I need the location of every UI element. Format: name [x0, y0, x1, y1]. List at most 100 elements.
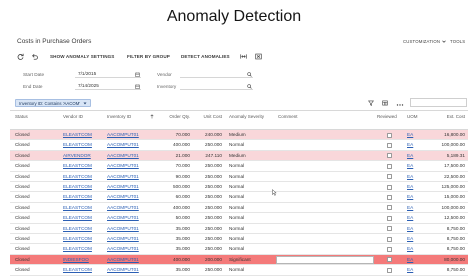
reviewed-checkbox[interactable]: [387, 257, 392, 263]
reviewed-checkbox[interactable]: [387, 132, 392, 138]
inventory-input[interactable]: [180, 83, 253, 89]
customization-menu[interactable]: CUSTOMIZATION: [403, 38, 446, 45]
comment-cell[interactable]: [276, 151, 374, 161]
inventory-id-link[interactable]: AACOMPUT01: [107, 213, 139, 223]
start-date-field[interactable]: 7/1/2015: [75, 71, 141, 78]
uom-link[interactable]: EA: [407, 255, 413, 265]
column-header-uom[interactable]: UOM: [407, 113, 418, 120]
uom-link[interactable]: EA: [407, 130, 413, 140]
uom-link[interactable]: EA: [407, 203, 413, 213]
refresh-icon[interactable]: [17, 53, 24, 60]
uom-link[interactable]: EA: [407, 244, 413, 254]
column-header-status[interactable]: Status: [15, 113, 28, 120]
reviewed-checkbox[interactable]: [387, 236, 392, 242]
inventory-id-link[interactable]: AACOMPUT01: [107, 203, 139, 213]
uom-link[interactable]: EA: [407, 213, 413, 223]
vendor-id-link[interactable]: ELEASTCOM: [63, 224, 92, 234]
inventory-id-link[interactable]: AACOMPUT01: [107, 234, 139, 244]
comment-cell[interactable]: [276, 224, 374, 234]
table-row[interactable]: Closed ELEASTCOM AACOMPUT01 35.000 250.000 No…: [10, 244, 468, 255]
inventory-id-link[interactable]: AACOMPUT01: [107, 255, 139, 265]
inventory-id-link[interactable]: AACOMPUT01: [107, 192, 139, 202]
comment-cell[interactable]: [276, 140, 374, 150]
table-row[interactable]: Closed ELEASTCOM AACOMPUT01 35.000 250.000 No…: [10, 265, 468, 276]
vendor-id-link[interactable]: ELEASTCOM: [63, 192, 92, 202]
reviewed-checkbox[interactable]: [387, 226, 392, 232]
vendor-id-link[interactable]: ELEASTCOM: [63, 265, 92, 275]
reviewed-checkbox[interactable]: [387, 153, 392, 159]
reviewed-checkbox[interactable]: [387, 205, 392, 211]
filter-by-group-button[interactable]: FILTER BY GROUP: [127, 53, 170, 60]
inventory-selector[interactable]: [180, 83, 253, 90]
table-row[interactable]: Closed ELEASTCOM AACOMPUT01 70.000 250.000 No…: [10, 161, 468, 172]
table-row[interactable]: Closed INDIESFOO AACOMPUT01 400.000 200.000 S…: [10, 254, 468, 266]
uom-link[interactable]: EA: [407, 224, 413, 234]
fit-columns-icon[interactable]: [240, 53, 247, 60]
chevron-down-icon[interactable]: [83, 102, 87, 105]
reviewed-checkbox[interactable]: [387, 163, 392, 169]
reviewed-checkbox[interactable]: [387, 184, 392, 190]
column-chooser-icon[interactable]: [382, 100, 388, 106]
comment-cell[interactable]: [276, 213, 374, 223]
uom-link[interactable]: EA: [407, 182, 413, 192]
calendar-icon[interactable]: [135, 84, 140, 89]
column-header-vendor-id[interactable]: Vendor ID: [63, 113, 83, 120]
more-options-icon[interactable]: [396, 103, 404, 107]
uom-link[interactable]: EA: [407, 140, 413, 150]
comment-cell[interactable]: [276, 182, 374, 192]
table-row[interactable]: Closed ELEASTCOM AACOMPUT01 50.000 250.000 No…: [10, 213, 468, 224]
inventory-id-link[interactable]: AACOMPUT01: [107, 224, 139, 234]
uom-link[interactable]: EA: [407, 265, 413, 275]
comment-cell[interactable]: [276, 172, 374, 182]
table-row[interactable]: Closed ELEASTCOM AACOMPUT01 400.000 250.000 N…: [10, 140, 468, 151]
vendor-id-link[interactable]: ELEASTCOM: [63, 172, 92, 182]
inventory-filter-chip[interactable]: Inventory ID: Contains 'AACOM': [15, 99, 91, 107]
comment-cell[interactable]: [276, 244, 374, 254]
reviewed-checkbox[interactable]: [387, 195, 392, 201]
uom-link[interactable]: EA: [407, 151, 413, 161]
export-excel-icon[interactable]: [255, 53, 262, 60]
vendor-id-link[interactable]: ELEASTCOM: [63, 244, 92, 254]
table-row[interactable]: Closed ELEASTCOM AACOMPUT01 60.000 250.000 No…: [10, 192, 468, 203]
vendor-id-link[interactable]: ELEASTCOM: [63, 213, 92, 223]
vendor-selector[interactable]: [180, 71, 253, 78]
detect-anomalies-button[interactable]: DETECT ANOMALIES: [181, 53, 230, 60]
vendor-id-link[interactable]: AIRVENDOR: [63, 151, 91, 161]
sort-ascending-icon[interactable]: [150, 114, 154, 119]
inventory-id-link[interactable]: AACOMPUT01: [107, 172, 139, 182]
column-header-reviewed[interactable]: Reviewed: [377, 113, 397, 120]
table-row[interactable]: Closed ELEASTCOM AACOMPUT01 90.000 250.000 No…: [10, 172, 468, 182]
search-icon[interactable]: [247, 71, 252, 77]
vendor-id-link[interactable]: ELEASTCOM: [63, 203, 92, 213]
filter-icon[interactable]: [367, 100, 375, 106]
comment-cell[interactable]: [276, 130, 374, 140]
column-header-anomaly-severity[interactable]: Anomaly Severity: [229, 113, 264, 120]
calendar-icon[interactable]: [135, 72, 140, 77]
comment-cell[interactable]: [276, 161, 374, 171]
comment-cell[interactable]: [276, 192, 374, 202]
vendor-id-link[interactable]: ELEASTCOM: [63, 140, 92, 150]
table-row[interactable]: Closed ELEASTCOM AACOMPUT01 35.000 250.000 No…: [10, 224, 468, 234]
vendor-id-link[interactable]: ELEASTCOM: [63, 161, 92, 171]
column-header-unit-cost[interactable]: Unit Cost: [192, 113, 222, 120]
comment-cell[interactable]: [276, 203, 374, 213]
inventory-id-link[interactable]: AACOMPUT01: [107, 161, 139, 171]
column-header-inventory-id[interactable]: Inventory ID: [107, 113, 131, 120]
undo-icon[interactable]: [31, 53, 38, 60]
table-row[interactable]: Closed ELEASTCOM AACOMPUT01 70.000 240.000 Me…: [10, 130, 468, 141]
reviewed-checkbox[interactable]: [387, 267, 392, 273]
inventory-id-link[interactable]: AACOMPUT01: [107, 244, 139, 254]
comment-cell[interactable]: [276, 255, 374, 264]
comment-cell[interactable]: [276, 265, 374, 275]
table-row[interactable]: Closed ELEASTCOM AACOMPUT01 400.000 250.000 N…: [10, 203, 468, 214]
uom-link[interactable]: EA: [407, 234, 413, 244]
reviewed-checkbox[interactable]: [387, 143, 392, 149]
table-row[interactable]: Closed AIRVENDOR AACOMPUT01 21.000 247.110 Me…: [10, 150, 468, 162]
column-header-order-qty[interactable]: Order Qty.: [160, 113, 190, 120]
uom-link[interactable]: EA: [407, 172, 413, 182]
vendor-id-link[interactable]: ELEASTCOM: [63, 182, 92, 192]
reviewed-checkbox[interactable]: [387, 215, 392, 221]
inventory-id-link[interactable]: AACOMPUT01: [107, 182, 139, 192]
tools-menu[interactable]: TOOLS: [450, 38, 465, 45]
vendor-id-link[interactable]: ELEASTCOM: [63, 234, 92, 244]
